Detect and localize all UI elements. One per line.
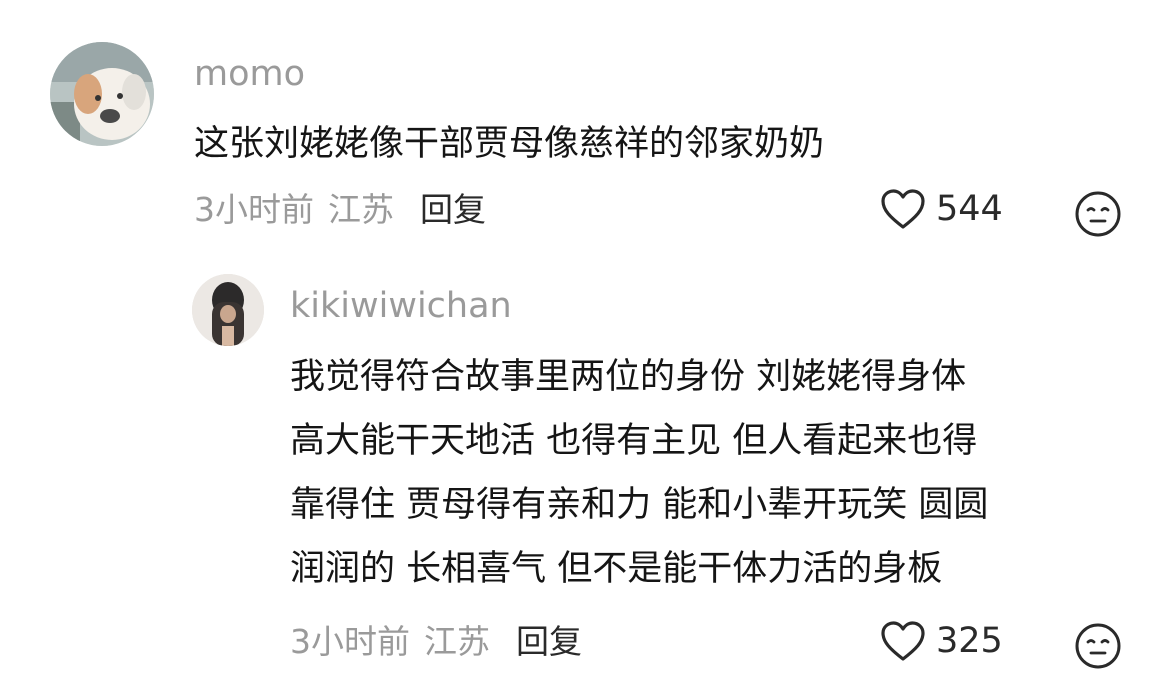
react-button[interactable] [1074,622,1122,674]
comment-username[interactable]: momo [194,54,305,94]
reply-username[interactable]: kikiwiwichan [290,286,512,326]
like-count: 325 [936,621,1003,661]
neutral-face-icon [1075,623,1121,669]
avatar-dog-image [50,42,154,146]
heart-outline-icon [881,621,925,661]
like-count: 544 [936,189,1003,229]
avatar[interactable] [192,274,264,346]
heart-outline-icon [881,189,925,229]
avatar-portrait-image [192,274,264,346]
reply-meta: 3小时前 江苏 回复 [290,622,582,662]
like-button[interactable]: 544 [880,188,1003,230]
reply-text: 我觉得符合故事里两位的身份 刘姥姥得身体 高大能干天地活 也得有主见 但人看起来… [290,357,989,589]
neutral-face-icon [1075,191,1121,237]
reply-location: 江苏 [424,622,490,661]
reply-time: 3小时前 [290,622,410,661]
react-button[interactable] [1074,190,1122,242]
comment-location: 江苏 [328,190,394,229]
avatar[interactable] [50,42,154,146]
like-button[interactable]: 325 [880,620,1003,662]
comment-meta: 3小时前 江苏 回复 [194,190,486,230]
comment-item: momo 这张刘姥姥像干部贾母像慈祥的邻家奶奶 3小时前 江苏 回复 544 [0,0,1169,250]
reply-button[interactable]: 回复 [420,190,486,229]
comment-text: 这张刘姥姥像干部贾母像慈祥的邻家奶奶 [194,124,825,164]
reply-button[interactable]: 回复 [516,622,582,661]
reply-item: kikiwiwichan 我觉得符合故事里两位的身份 刘姥姥得身体 高大能干天地… [0,250,1169,680]
comment-time: 3小时前 [194,190,314,229]
